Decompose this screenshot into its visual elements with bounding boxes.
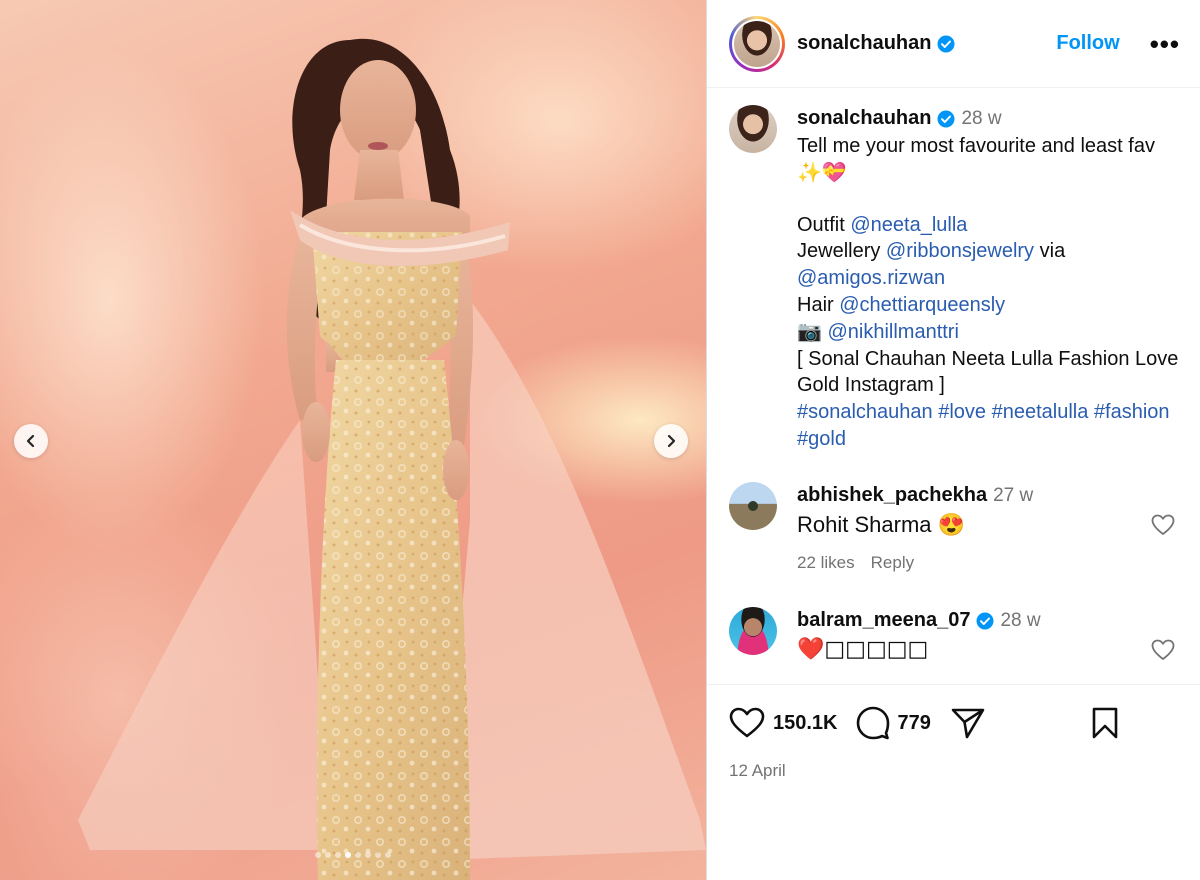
jewellery-label: Jewellery (797, 240, 881, 263)
more-options-button[interactable]: ••• (1150, 31, 1180, 57)
verified-badge-icon (937, 35, 955, 53)
carousel-dot (335, 852, 341, 858)
mention-link[interactable]: @amigos.rizwan (797, 267, 945, 289)
author-username[interactable]: sonalchauhan (797, 32, 955, 55)
comments-count[interactable]: 779 (898, 712, 931, 735)
comment-bubble-icon[interactable] (856, 706, 890, 740)
comment: abhishek_pachekha 27 w Rohit Sharma 😍 22 … (729, 482, 1181, 577)
mention-link[interactable]: @chettiarqueensly (839, 294, 1005, 316)
commenter-username[interactable]: balram_meena_07 (797, 609, 970, 631)
caption-tag-line: [ Sonal Chauhan Neeta Lulla Fashion Love (797, 347, 1179, 370)
like-comment-heart-icon[interactable] (1151, 514, 1175, 536)
post-sidebar: sonalchauhan Follow ••• sonalchauhan 28 w… (706, 0, 1200, 880)
post-date: 12 April (729, 761, 786, 780)
hashtag-links[interactable]: #gold (797, 426, 1181, 453)
caption-avatar[interactable] (729, 105, 777, 153)
outfit-label: Outfit (797, 213, 845, 236)
hashtag-links[interactable]: #sonalchauhan #love #neetalulla #fashion (797, 399, 1181, 426)
verified-badge-icon (937, 110, 955, 128)
verified-badge-icon (976, 612, 994, 630)
caption-time: 28 w (961, 108, 1002, 129)
carousel-dot (355, 852, 361, 858)
caption-username[interactable]: sonalchauhan (797, 107, 931, 129)
post-dialog: sonalchauhan Follow ••• sonalchauhan 28 w… (0, 0, 1200, 880)
caption: sonalchauhan 28 w Tell me your most favou… (729, 105, 1181, 452)
commenter-avatar[interactable] (729, 482, 777, 531)
mention-link[interactable]: @neeta_lulla (850, 214, 967, 236)
caption-text: Tell me your most favourite and least fa… (797, 134, 1155, 157)
comment-text: ❤️□□□□□ (797, 636, 929, 662)
comment-time: 28 w (1000, 609, 1041, 631)
hair-label: Hair (797, 293, 834, 316)
caption-tag-line: Gold Instagram ] (797, 374, 945, 397)
carousel-dot (375, 852, 381, 858)
camera-icon: 📷 (797, 319, 822, 344)
share-paper-plane-icon[interactable] (951, 707, 985, 739)
commenter-avatar[interactable] (729, 606, 777, 655)
story-ring[interactable] (729, 15, 785, 72)
mention-link[interactable]: @ribbonsjewelry (886, 240, 1034, 262)
carousel-dot (365, 852, 371, 858)
post-photo (78, 38, 706, 880)
carousel-dot (385, 852, 391, 858)
likes-count[interactable]: 150.1K (773, 712, 838, 735)
post-actions: 150.1K 779 12 April (707, 684, 1200, 781)
previous-slide-button[interactable] (14, 424, 48, 458)
carousel-indicator (0, 852, 706, 858)
reply-button[interactable]: Reply (871, 553, 914, 572)
post-media[interactable] (0, 0, 706, 880)
chevron-left-icon (26, 434, 35, 448)
chevron-right-icon (667, 434, 676, 448)
mention-link[interactable]: @nikhillmanttri (827, 321, 958, 343)
caption-emoji: ✨💝 (797, 160, 847, 185)
comment-text: Rohit Sharma 😍 (797, 511, 966, 537)
follow-button[interactable]: Follow (1056, 32, 1119, 55)
comments-list[interactable]: sonalchauhan 28 w Tell me your most favou… (707, 89, 1200, 681)
save-bookmark-icon[interactable] (1091, 707, 1119, 739)
next-slide-button[interactable] (654, 424, 688, 458)
comment: balram_meena_07 28 w ❤️□□□□□ (729, 606, 1181, 663)
via-label: via (1039, 240, 1066, 263)
like-heart-icon[interactable] (729, 707, 765, 739)
commenter-username[interactable]: abhishek_pachekha (797, 484, 987, 506)
carousel-dot (345, 852, 351, 858)
post-header: sonalchauhan Follow ••• (707, 0, 1200, 88)
carousel-dot (325, 852, 331, 858)
avatar (734, 20, 780, 67)
comment-likes[interactable]: 22 likes (797, 553, 855, 572)
comment-time: 27 w (993, 485, 1034, 507)
carousel-dot (315, 852, 321, 858)
like-comment-heart-icon[interactable] (1151, 639, 1175, 661)
